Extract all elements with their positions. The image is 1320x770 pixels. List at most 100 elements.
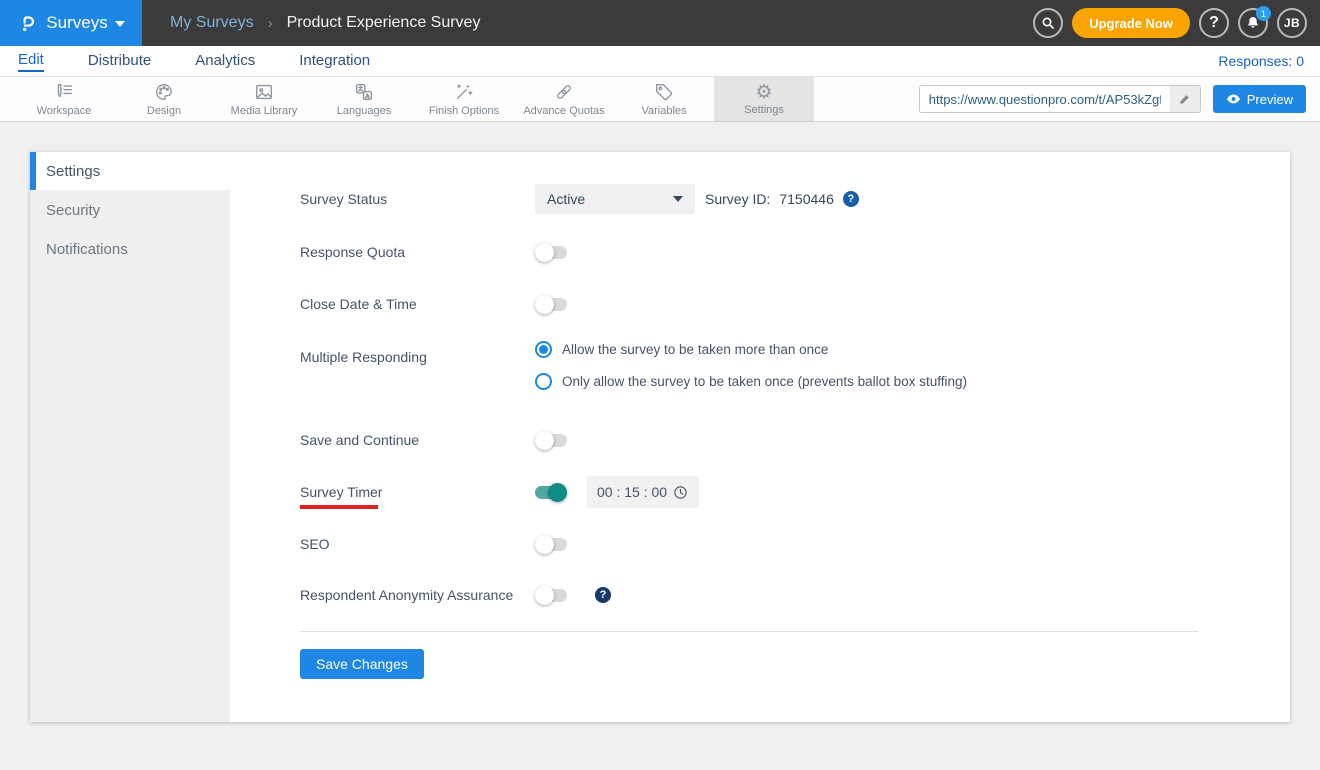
tab-integration[interactable]: Integration: [299, 52, 370, 71]
response-quota-row: Response Quota: [300, 237, 1230, 267]
toolbar-item-workspace[interactable]: Workspace: [14, 77, 114, 121]
survey-timer-value: 00 : 15 : 00: [597, 484, 668, 500]
help-button[interactable]: ?: [1199, 8, 1229, 38]
radio-allow-multiple[interactable]: Allow the survey to be taken more than o…: [535, 341, 967, 358]
survey-id-label: Survey ID:: [705, 191, 771, 207]
breadcrumb-current-survey: Product Experience Survey: [286, 14, 481, 31]
anonymity-help-icon[interactable]: ?: [595, 587, 611, 603]
multiple-responding-row: Multiple Responding Allow the survey to …: [300, 341, 1230, 390]
survey-url-input[interactable]: [919, 86, 1170, 112]
toolbar-item-design[interactable]: Design: [114, 77, 214, 121]
radio-unselected-icon: [535, 373, 552, 390]
toolbar-label: Media Library: [230, 105, 298, 117]
survey-timer-duration-field[interactable]: 00 : 15 : 00: [587, 476, 699, 508]
settings-icon: ⚙: [755, 81, 773, 103]
response-quota-toggle[interactable]: [535, 242, 567, 262]
breadcrumb-separator: ›: [267, 14, 273, 32]
multiple-responding-options: Allow the survey to be taken more than o…: [535, 341, 967, 390]
radio-label: Allow the survey to be taken more than o…: [562, 342, 829, 357]
media-library-icon: [255, 84, 273, 100]
close-date-label: Close Date & Time: [300, 296, 417, 312]
notifications-button[interactable]: 1: [1238, 6, 1271, 38]
save-continue-label: Save and Continue: [300, 432, 420, 448]
toolbar-item-finish-options[interactable]: Finish Options: [414, 77, 514, 121]
anonymity-row: Respondent Anonymity Assurance ?: [300, 580, 1230, 610]
clock-icon: [674, 485, 687, 499]
tab-analytics[interactable]: Analytics: [195, 52, 255, 71]
toolbar-item-advance-quotas[interactable]: Advance Quotas: [514, 77, 614, 121]
avatar[interactable]: JB: [1277, 8, 1307, 38]
breadcrumb: My Surveys › Product Experience Survey: [170, 14, 480, 32]
survey-status-dropdown[interactable]: Active: [535, 184, 695, 214]
survey-status-label: Survey Status: [300, 191, 388, 207]
search-icon: [1042, 17, 1055, 29]
toolbar-label: Variables: [641, 105, 687, 117]
survey-id-group: Survey ID: 7150446 ?: [705, 191, 859, 207]
design-icon: [156, 83, 172, 101]
toolbar-item-settings[interactable]: ⚙ Settings: [714, 77, 814, 121]
seo-toggle[interactable]: [535, 534, 567, 554]
toggle-knob: [535, 585, 554, 605]
eye-icon: [1226, 94, 1240, 104]
main-tab-bar: Edit Distribute Analytics Integration Re…: [0, 46, 1320, 77]
caret-down-icon: [673, 196, 683, 202]
toggle-knob: [535, 294, 554, 314]
edit-url-button[interactable]: [1169, 86, 1200, 112]
toolbar-label: Workspace: [36, 105, 92, 117]
toolbar-item-variables[interactable]: Variables: [614, 77, 714, 121]
survey-id-help-icon[interactable]: ?: [842, 191, 859, 207]
notification-badge: 1: [1256, 6, 1271, 21]
radio-only-once[interactable]: Only allow the survey to be taken once (…: [535, 373, 967, 390]
anonymity-label: Respondent Anonymity Assurance: [300, 587, 514, 603]
toolbar-item-media-library[interactable]: Media Library: [214, 77, 314, 121]
workspace-icon: [57, 83, 73, 98]
edit-toolbar: Workspace Design Media Library Languages…: [0, 77, 1320, 122]
product-switcher[interactable]: Surveys: [0, 0, 142, 46]
survey-timer-red-underline: [300, 505, 378, 509]
radio-label: Only allow the survey to be taken once (…: [562, 374, 967, 389]
close-date-row: Close Date & Time: [300, 289, 1230, 319]
response-quota-label: Response Quota: [300, 244, 406, 260]
toolbar-label: Design: [146, 105, 182, 117]
sidebar-item-settings[interactable]: Settings: [30, 152, 230, 190]
tab-distribute[interactable]: Distribute: [88, 52, 151, 71]
survey-timer-toggle[interactable]: [535, 482, 567, 502]
settings-sidebar: Settings Security Notifications: [30, 152, 230, 722]
advance-quotas-icon: [557, 85, 571, 99]
variables-icon: [655, 83, 673, 101]
sidebar-item-security[interactable]: Security: [30, 191, 230, 230]
responses-count: Responses: 0: [1218, 53, 1304, 69]
seo-label: SEO: [300, 536, 330, 552]
settings-content: Survey Status Active Survey ID: 7150446 …: [230, 152, 1290, 722]
tab-edit[interactable]: Edit: [18, 51, 44, 72]
survey-url-group: [918, 85, 1201, 113]
close-date-toggle[interactable]: [535, 294, 567, 314]
survey-timer-row: Survey Timer 00 : 15 : 00: [300, 476, 1230, 508]
toolbar-item-languages[interactable]: Languages: [314, 77, 414, 121]
save-changes-button[interactable]: Save Changes: [300, 649, 424, 679]
form-divider: [300, 631, 1198, 632]
top-bar: Surveys My Surveys › Product Experience …: [0, 0, 1320, 46]
toolbar-label: Settings: [744, 103, 784, 116]
survey-status-value: Active: [547, 191, 586, 207]
product-label: Surveys: [46, 13, 108, 32]
survey-status-row: Survey Status Active Survey ID: 7150446 …: [300, 184, 1230, 214]
finish-options-icon: [456, 84, 473, 100]
search-button[interactable]: [1033, 8, 1064, 38]
toggle-knob: [548, 482, 567, 502]
save-continue-toggle[interactable]: [535, 430, 567, 450]
breadcrumb-my-surveys[interactable]: My Surveys: [170, 14, 254, 32]
survey-id-value: 7150446: [779, 191, 834, 207]
survey-url-zone: Preview: [918, 85, 1306, 113]
upgrade-now-button[interactable]: Upgrade Now: [1072, 8, 1190, 38]
toggle-knob: [535, 430, 554, 450]
sidebar-item-notifications[interactable]: Notifications: [30, 230, 230, 269]
languages-icon: [355, 83, 373, 101]
chevron-down-icon: [114, 21, 125, 27]
toolbar-label: Finish Options: [428, 105, 500, 117]
anonymity-toggle[interactable]: [535, 585, 567, 605]
help-icon: ?: [1209, 14, 1219, 31]
settings-panel: Settings Security Notifications Survey S…: [30, 152, 1290, 722]
toggle-knob: [535, 534, 554, 554]
preview-button[interactable]: Preview: [1212, 85, 1306, 113]
